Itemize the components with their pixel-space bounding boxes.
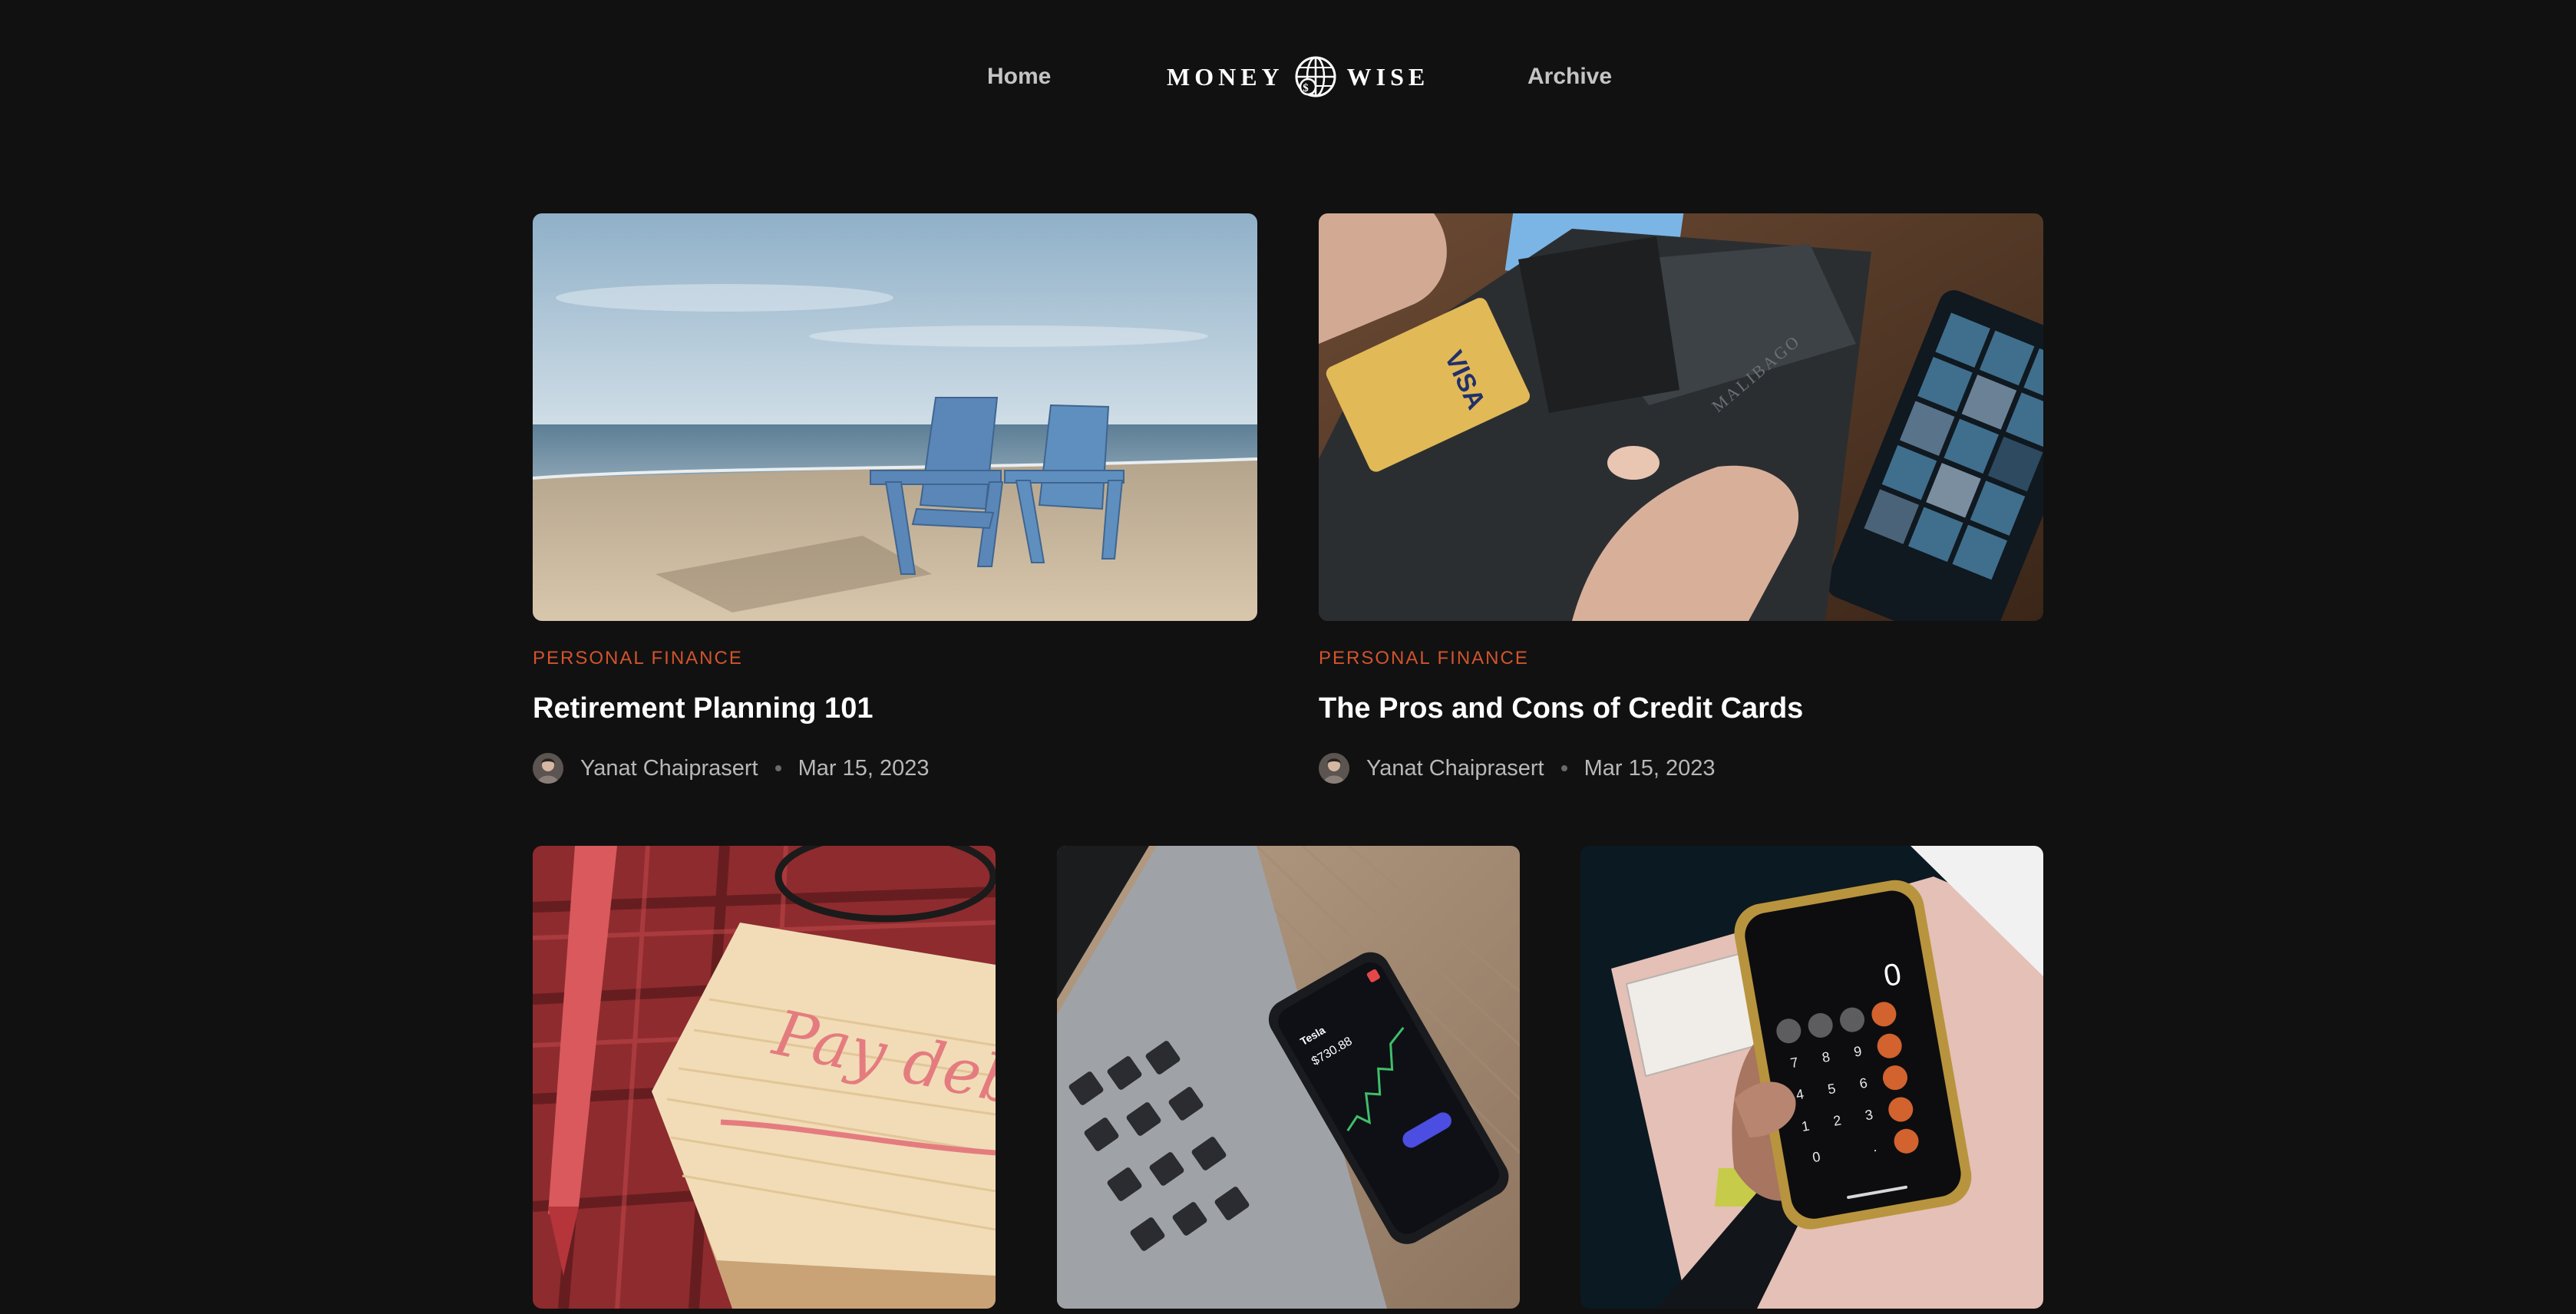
post-title[interactable]: The Pros and Cons of Credit Cards [1319,692,1803,725]
post-category[interactable]: PERSONAL FINANCE [1319,648,1529,669]
post-meta: Yanat Chaiprasert Mar 15, 2023 [1319,752,1715,784]
nav-home-link[interactable]: Home [987,61,1051,92]
money-wise-logo[interactable]: MONEY $ WISE [1167,54,1429,100]
separator-dot [774,765,781,771]
globe-dollar-icon: $ [1293,54,1338,99]
calculator-phone-image[interactable]: 0 789 456 123 0. [1580,846,2043,1309]
post-card-retirement[interactable]: PERSONAL FINANCE Retirement Planning 101… [533,213,1257,797]
author-avatar[interactable] [1319,753,1349,784]
post-meta: Yanat Chaiprasert Mar 15, 2023 [533,752,929,784]
logo-text-left: MONEY [1167,62,1284,91]
stock-app-phone-image[interactable]: Tesla $730.88 [1057,846,1520,1309]
beach-chairs-image[interactable] [533,213,1257,621]
post-category[interactable]: PERSONAL FINANCE [533,648,743,669]
post-date: Mar 15, 2023 [1584,755,1716,781]
pay-debt-note-image[interactable]: Pay deb [533,846,996,1309]
post-title[interactable]: Retirement Planning 101 [533,692,873,725]
post-card-pay-debt[interactable]: Pay deb [533,846,996,1309]
logo-text-right: WISE [1346,62,1430,91]
author-avatar[interactable] [533,753,563,784]
post-author[interactable]: Yanat Chaiprasert [1366,756,1544,781]
post-card-calculator[interactable]: 0 789 456 123 0. [1580,846,2043,1309]
post-card-stock-app[interactable]: Tesla $730.88 [1057,846,1520,1309]
wallet-credit-card-image[interactable]: MALIBAGO VISA [1319,213,2043,621]
nav-archive-link[interactable]: Archive [1527,61,1612,92]
svg-text:$: $ [1303,82,1313,94]
post-card-credit-cards[interactable]: MALIBAGO VISA PERSONAL FINANCE The Pros … [1319,213,2043,797]
top-navigation: Home MONEY $ WISE Archive [0,0,2576,154]
post-author[interactable]: Yanat Chaiprasert [580,756,758,781]
post-date: Mar 15, 2023 [798,755,930,781]
separator-dot [1560,765,1567,771]
